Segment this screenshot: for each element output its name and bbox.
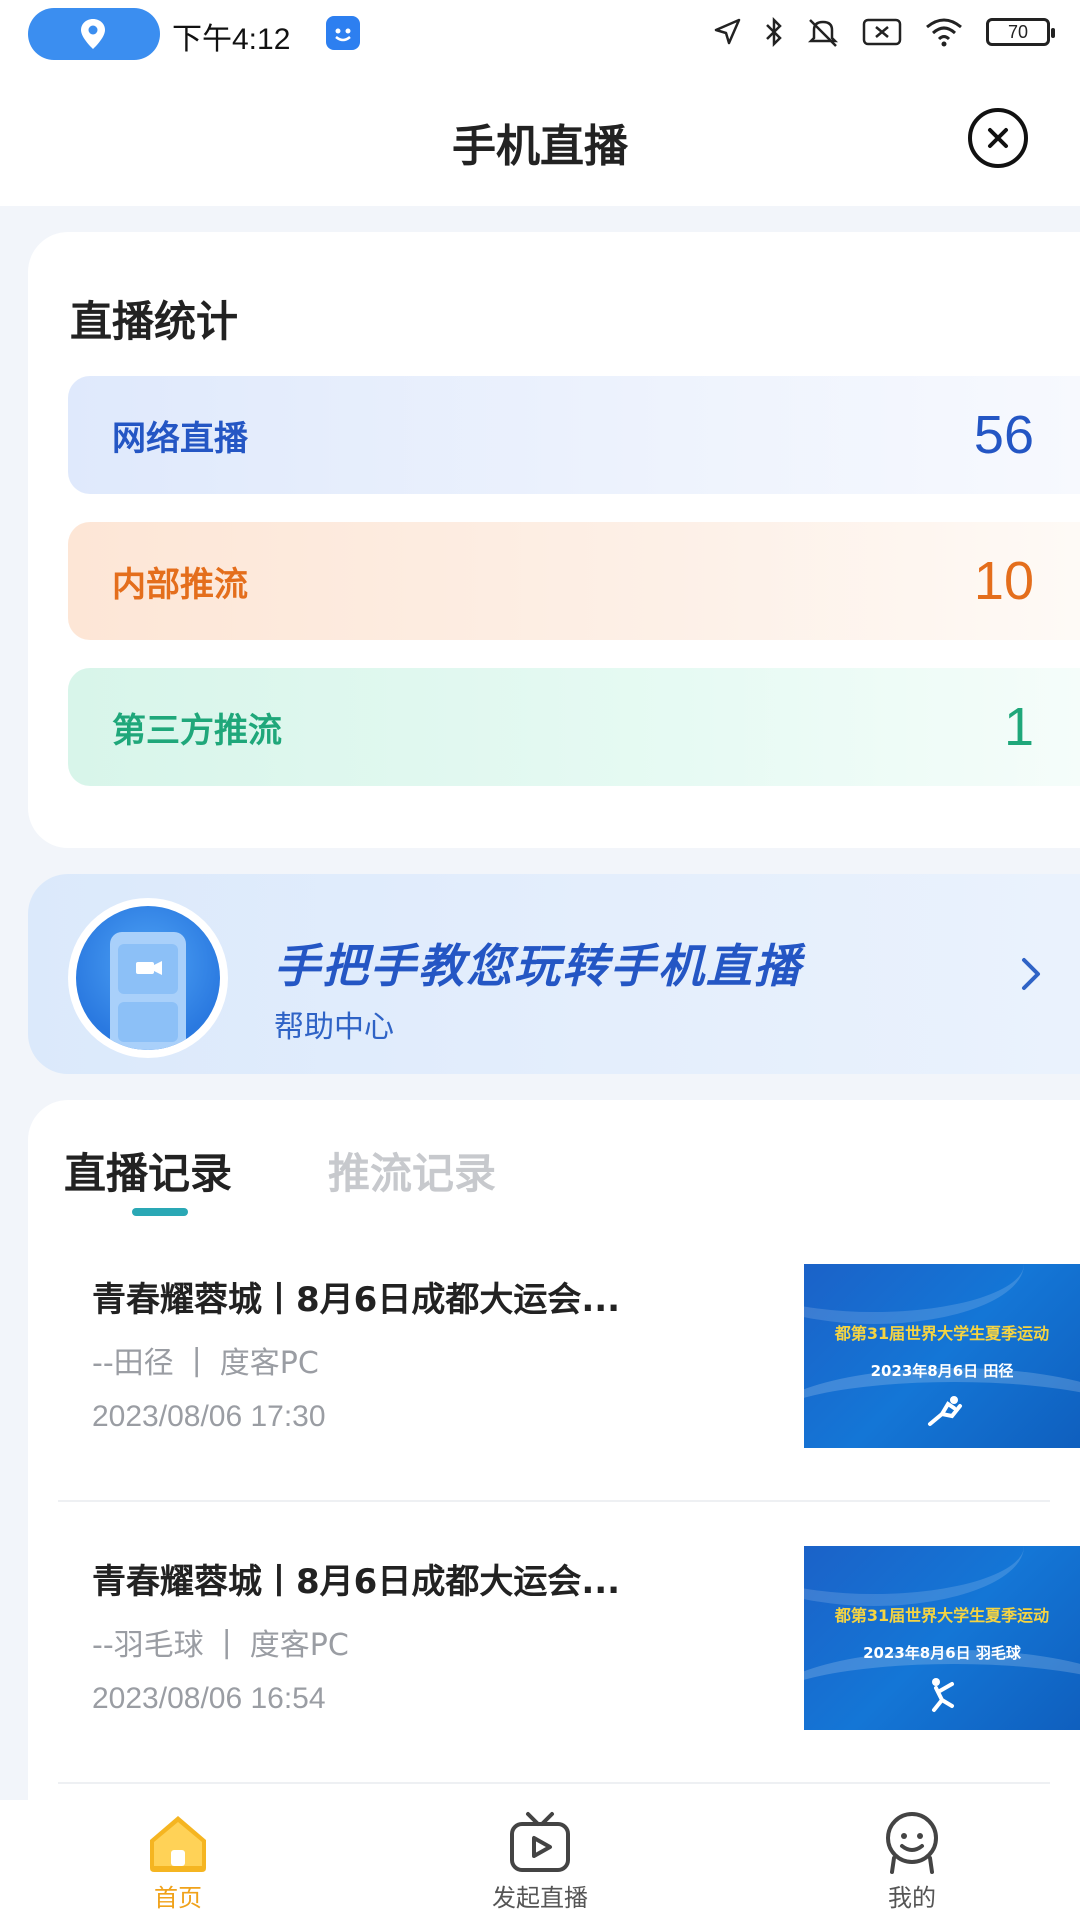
record-source: 度客PC: [249, 1628, 349, 1663]
header: 手机直播: [0, 70, 1080, 206]
page-title: 手机直播: [452, 121, 628, 172]
record-meta: --羽毛球 | 度客PC: [92, 1620, 349, 1664]
app-screen: 下午4:12 70 手机直播 直播统计 网络直播 56 内部推流 10 第三方推…: [0, 0, 1080, 1920]
stat-row-internal-push[interactable]: 内部推流 10: [68, 522, 1080, 640]
close-button[interactable]: [968, 108, 1028, 168]
status-time: 下午4:12: [172, 23, 291, 56]
status-icons: 70: [712, 16, 1055, 48]
mute-icon: [807, 19, 839, 47]
record-title: 青春耀蓉城丨8月6日成都大运会...: [92, 1562, 621, 1602]
record-date: 2023/08/06 16:54: [92, 1682, 326, 1715]
nav-label: 发起直播: [492, 1884, 588, 1912]
sim-icon: [862, 18, 902, 46]
divider: [58, 1782, 1050, 1784]
stat-label: 第三方推流: [112, 710, 282, 751]
record-item[interactable]: 青春耀蓉城丨8月6日成都大运会... --田径 | 度客PC 2023/08/0…: [58, 1240, 1080, 1520]
profile-icon: [886, 1812, 938, 1874]
thumb-banner-text: 都第31届世界大学生夏季运动: [834, 1606, 1050, 1625]
record-meta: --田径 | 度客PC: [92, 1338, 319, 1382]
divider: [58, 1500, 1050, 1502]
record-sport: --田径: [92, 1346, 174, 1381]
nav-start-live[interactable]: 发起直播: [440, 1810, 640, 1913]
record-thumbnail: 都第31届世界大学生夏季运动 2023年8月6日 羽毛球: [804, 1546, 1080, 1730]
close-icon: [988, 128, 1008, 148]
navigation-icon: [714, 18, 741, 45]
records-card: 直播记录 推流记录 青春耀蓉城丨8月6日成都大运会... --田径 | 度客PC…: [28, 1100, 1080, 1800]
wifi-icon: [926, 18, 962, 47]
record-date: 2023/08/06 17:30: [92, 1400, 326, 1433]
app-badge-icon: [326, 16, 360, 50]
thumb-banner-text: 都第31届世界大学生夏季运动: [834, 1324, 1050, 1343]
stat-row-network-live[interactable]: 网络直播 56: [68, 376, 1080, 494]
record-item[interactable]: 青春耀蓉城丨8月6日成都大运会... --羽毛球 | 度客PC 2023/08/…: [58, 1522, 1080, 1802]
tab-indicator: [132, 1208, 188, 1216]
stat-label: 内部推流: [112, 564, 248, 605]
nav-home[interactable]: 首页: [78, 1810, 278, 1913]
help-phone-icon: [68, 898, 228, 1058]
tab-push-records[interactable]: 推流记录: [328, 1140, 496, 1201]
home-icon: [150, 1816, 206, 1872]
nav-label: 首页: [154, 1884, 202, 1912]
record-separator: |: [221, 1624, 232, 1660]
stat-value: 10: [973, 551, 1034, 611]
location-icon: [81, 19, 105, 49]
live-stats-card: 直播统计 网络直播 56 内部推流 10 第三方推流 1: [28, 232, 1080, 848]
stat-row-third-party-push[interactable]: 第三方推流 1: [68, 668, 1080, 786]
help-subtitle: 帮助中心: [274, 1010, 394, 1045]
stats-title: 直播统计: [70, 297, 239, 346]
location-pill[interactable]: [28, 8, 160, 60]
record-thumbnail: 都第31届世界大学生夏季运动 2023年8月6日 田径: [804, 1264, 1080, 1448]
nav-profile[interactable]: 我的: [812, 1810, 1012, 1913]
record-sport: --羽毛球: [92, 1628, 204, 1663]
help-title: 手把手教您玩转手机直播: [274, 939, 802, 993]
bottom-nav: 首页 发起直播 我的: [0, 1800, 1080, 1920]
stat-value: 1: [1003, 697, 1034, 757]
nav-label: 我的: [888, 1884, 936, 1912]
tab-live-records[interactable]: 直播记录: [64, 1140, 232, 1201]
record-title: 青春耀蓉城丨8月6日成都大运会...: [92, 1280, 621, 1320]
help-center-banner[interactable]: 手把手教您玩转手机直播 帮助中心: [28, 874, 1080, 1074]
tv-play-icon: [510, 1812, 570, 1872]
chevron-right-icon: [1022, 958, 1040, 990]
stat-label: 网络直播: [112, 418, 248, 459]
battery-icon: 70: [986, 18, 1055, 46]
stat-value: 56: [973, 405, 1034, 465]
record-separator: |: [191, 1342, 202, 1378]
record-source: 度客PC: [219, 1346, 319, 1381]
bluetooth-icon: [766, 16, 782, 48]
status-bar: 下午4:12 70: [0, 0, 1080, 70]
